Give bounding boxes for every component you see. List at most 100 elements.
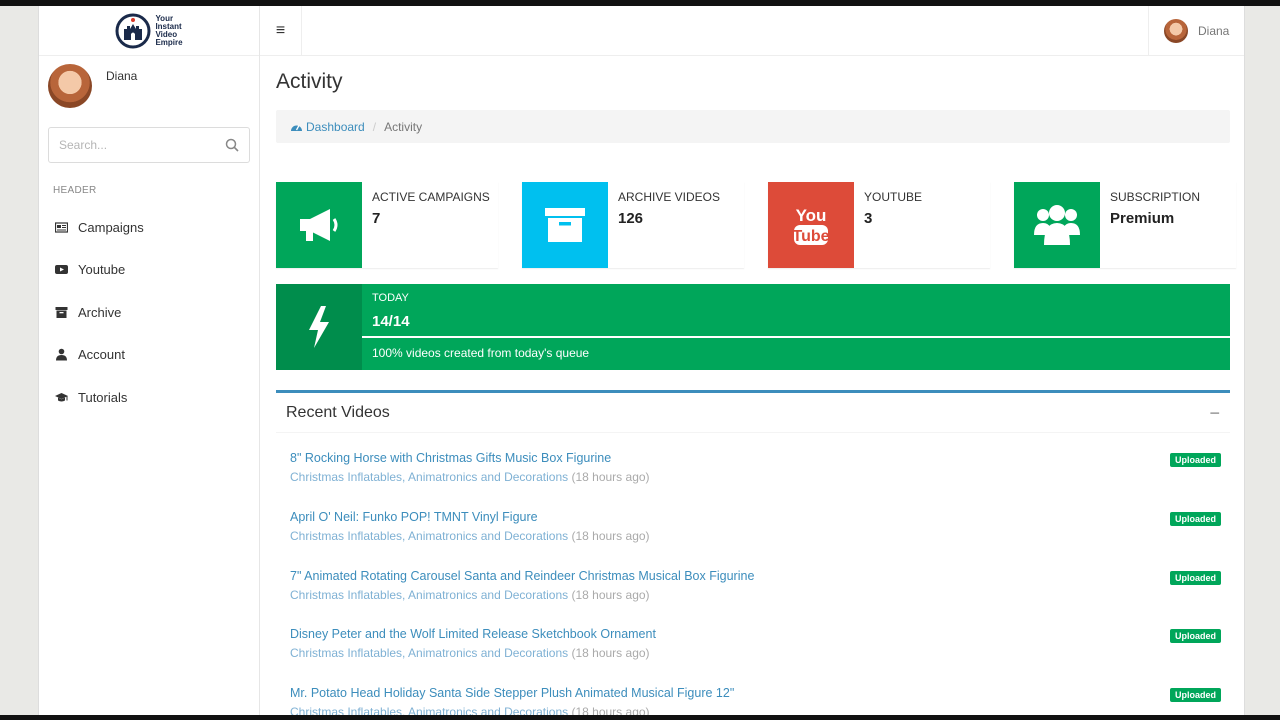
video-title-link[interactable]: Disney Peter and the Wolf Limited Releas… bbox=[290, 627, 1230, 641]
stat-youtube[interactable]: You Tube YOUTUBE 3 bbox=[768, 182, 990, 268]
today-value: 14/14 bbox=[372, 313, 410, 330]
user-menu[interactable]: Diana bbox=[1148, 6, 1244, 56]
megaphone-icon bbox=[300, 209, 338, 241]
sidebar-item-label: Tutorials bbox=[78, 389, 128, 405]
brand-logo[interactable]: Your Instant Video Empire bbox=[39, 6, 259, 56]
video-category-link[interactable]: Christmas Inflatables, Animatronics and … bbox=[290, 588, 568, 602]
avatar bbox=[1164, 19, 1188, 43]
video-meta: Christmas Inflatables, Animatronics and … bbox=[290, 646, 1230, 660]
brand-name: Your Instant Video Empire bbox=[155, 13, 183, 47]
sidebar-item-label: Account bbox=[78, 347, 125, 363]
nav-header: HEADER bbox=[53, 185, 97, 196]
youtube-icon bbox=[55, 265, 68, 275]
today-progress-box: TODAY 14/14 100% videos created from tod… bbox=[276, 284, 1230, 370]
recent-videos-panel: Recent Videos − 8" Rocking Horse with Ch… bbox=[276, 390, 1230, 715]
today-description: 100% videos created from today's queue bbox=[372, 346, 590, 360]
user-icon bbox=[56, 348, 67, 361]
video-timestamp: (18 hours ago) bbox=[571, 528, 650, 543]
stat-value: 3 bbox=[864, 210, 873, 227]
sidebar-item-campaigns[interactable]: Campaigns bbox=[39, 206, 260, 249]
stat-icon-box bbox=[276, 182, 362, 268]
video-title-link[interactable]: April O' Neil: Funko POP! TMNT Vinyl Fig… bbox=[290, 510, 1230, 524]
video-title-link[interactable]: 8" Rocking Horse with Christmas Gifts Mu… bbox=[290, 451, 1230, 465]
newspaper-icon bbox=[55, 222, 68, 233]
window-bottom-edge bbox=[0, 715, 1280, 720]
list-item: 8" Rocking Horse with Christmas Gifts Mu… bbox=[290, 433, 1230, 492]
video-category-link[interactable]: Christmas Inflatables, Animatronics and … bbox=[290, 470, 568, 484]
svg-text:Tube: Tube bbox=[792, 228, 829, 245]
search-box bbox=[48, 127, 250, 163]
video-meta: Christmas Inflatables, Animatronics and … bbox=[290, 588, 1230, 602]
stat-label: SUBSCRIPTION bbox=[1110, 190, 1201, 204]
user-name: Diana bbox=[106, 69, 138, 83]
breadcrumb: Dashboard / Activity bbox=[276, 110, 1230, 143]
search-input[interactable] bbox=[59, 138, 209, 152]
archive-box-icon bbox=[545, 208, 585, 242]
sidebar-item-account[interactable]: Account bbox=[39, 334, 260, 377]
list-item: 7" Animated Rotating Carousel Santa and … bbox=[290, 551, 1230, 610]
users-icon bbox=[1034, 205, 1080, 245]
video-meta: Christmas Inflatables, Animatronics and … bbox=[290, 705, 1230, 715]
list-item: April O' Neil: Funko POP! TMNT Vinyl Fig… bbox=[290, 492, 1230, 551]
menu-toggle-button[interactable]: ≡ bbox=[260, 6, 302, 56]
video-title-link[interactable]: Mr. Potato Head Holiday Santa Side Stepp… bbox=[290, 686, 1230, 700]
sidebar: Your Instant Video Empire Diana HEADER C… bbox=[39, 6, 260, 715]
breadcrumb-home-link[interactable]: Dashboard bbox=[290, 120, 365, 134]
archive-icon bbox=[55, 306, 68, 318]
stat-label: ACTIVE CAMPAIGNS bbox=[372, 190, 490, 204]
sidebar-nav: Campaigns Youtube Archive Account Tutori… bbox=[39, 206, 260, 419]
castle-logo-icon bbox=[115, 13, 151, 48]
sidebar-item-youtube[interactable]: Youtube bbox=[39, 249, 260, 292]
page-title: Activity bbox=[276, 70, 343, 93]
sidebar-item-label: Campaigns bbox=[78, 219, 144, 235]
status-badge: Uploaded bbox=[1169, 688, 1221, 703]
sidebar-item-tutorials[interactable]: Tutorials bbox=[39, 376, 260, 419]
video-title-link[interactable]: 7" Animated Rotating Carousel Santa and … bbox=[290, 569, 1230, 583]
status-badge: Uploaded bbox=[1169, 511, 1221, 526]
stat-icon-box bbox=[522, 182, 608, 268]
stat-label: YOUTUBE bbox=[864, 190, 923, 204]
main-content: Activity Dashboard / Activity ACTIVE CAM… bbox=[260, 56, 1244, 715]
list-item: Mr. Potato Head Holiday Santa Side Stepp… bbox=[290, 668, 1230, 715]
status-badge: Uploaded bbox=[1169, 453, 1221, 467]
svg-text:You: You bbox=[796, 206, 827, 225]
breadcrumb-current: Activity bbox=[384, 119, 423, 134]
recent-videos-header: Recent Videos − bbox=[276, 393, 1230, 433]
user-panel: Diana bbox=[39, 56, 259, 122]
video-category-link[interactable]: Christmas Inflatables, Animatronics and … bbox=[290, 529, 568, 543]
recent-videos-title: Recent Videos bbox=[286, 403, 390, 421]
video-meta: Christmas Inflatables, Animatronics and … bbox=[290, 529, 1230, 543]
video-category-link[interactable]: Christmas Inflatables, Animatronics and … bbox=[290, 705, 568, 715]
list-item: Disney Peter and the Wolf Limited Releas… bbox=[290, 609, 1230, 668]
search-icon[interactable] bbox=[225, 138, 239, 152]
stat-icon-box: You Tube bbox=[768, 182, 854, 268]
lightning-bolt-icon bbox=[309, 306, 329, 348]
video-category-link[interactable]: Christmas Inflatables, Animatronics and … bbox=[290, 646, 568, 660]
collapse-button[interactable]: − bbox=[1209, 404, 1220, 422]
youtube-logo-icon: You Tube bbox=[792, 206, 830, 245]
video-meta: Christmas Inflatables, Animatronics and … bbox=[290, 470, 1230, 484]
sidebar-item-label: Archive bbox=[78, 304, 122, 320]
stat-value: 7 bbox=[372, 210, 381, 227]
stat-icon-box bbox=[1014, 182, 1100, 268]
video-timestamp: (18 hours ago) bbox=[571, 705, 650, 715]
app-window: Your Instant Video Empire Diana HEADER C… bbox=[38, 6, 1245, 715]
today-icon-box bbox=[276, 284, 362, 370]
stat-subscription[interactable]: SUBSCRIPTION Premium bbox=[1014, 182, 1236, 268]
video-timestamp: (18 hours ago) bbox=[571, 646, 650, 661]
topbar: ≡ Diana bbox=[260, 6, 1244, 56]
hamburger-icon: ≡ bbox=[275, 22, 286, 39]
today-progress-bar bbox=[362, 336, 1230, 338]
dashboard-icon bbox=[291, 125, 302, 131]
sidebar-item-archive[interactable]: Archive bbox=[39, 291, 260, 334]
status-badge: Uploaded bbox=[1169, 629, 1221, 644]
video-timestamp: (18 hours ago) bbox=[571, 587, 650, 602]
status-badge: Uploaded bbox=[1169, 570, 1221, 585]
video-timestamp: (18 hours ago) bbox=[571, 470, 650, 484]
stat-archive-videos[interactable]: ARCHIVE VIDEOS 126 bbox=[522, 182, 744, 268]
stat-active-campaigns[interactable]: ACTIVE CAMPAIGNS 7 bbox=[276, 182, 498, 268]
graduation-cap-icon bbox=[55, 392, 68, 402]
recent-videos-list: 8" Rocking Horse with Christmas Gifts Mu… bbox=[276, 433, 1230, 715]
today-progress-fill bbox=[362, 336, 1230, 338]
avatar bbox=[48, 64, 92, 108]
